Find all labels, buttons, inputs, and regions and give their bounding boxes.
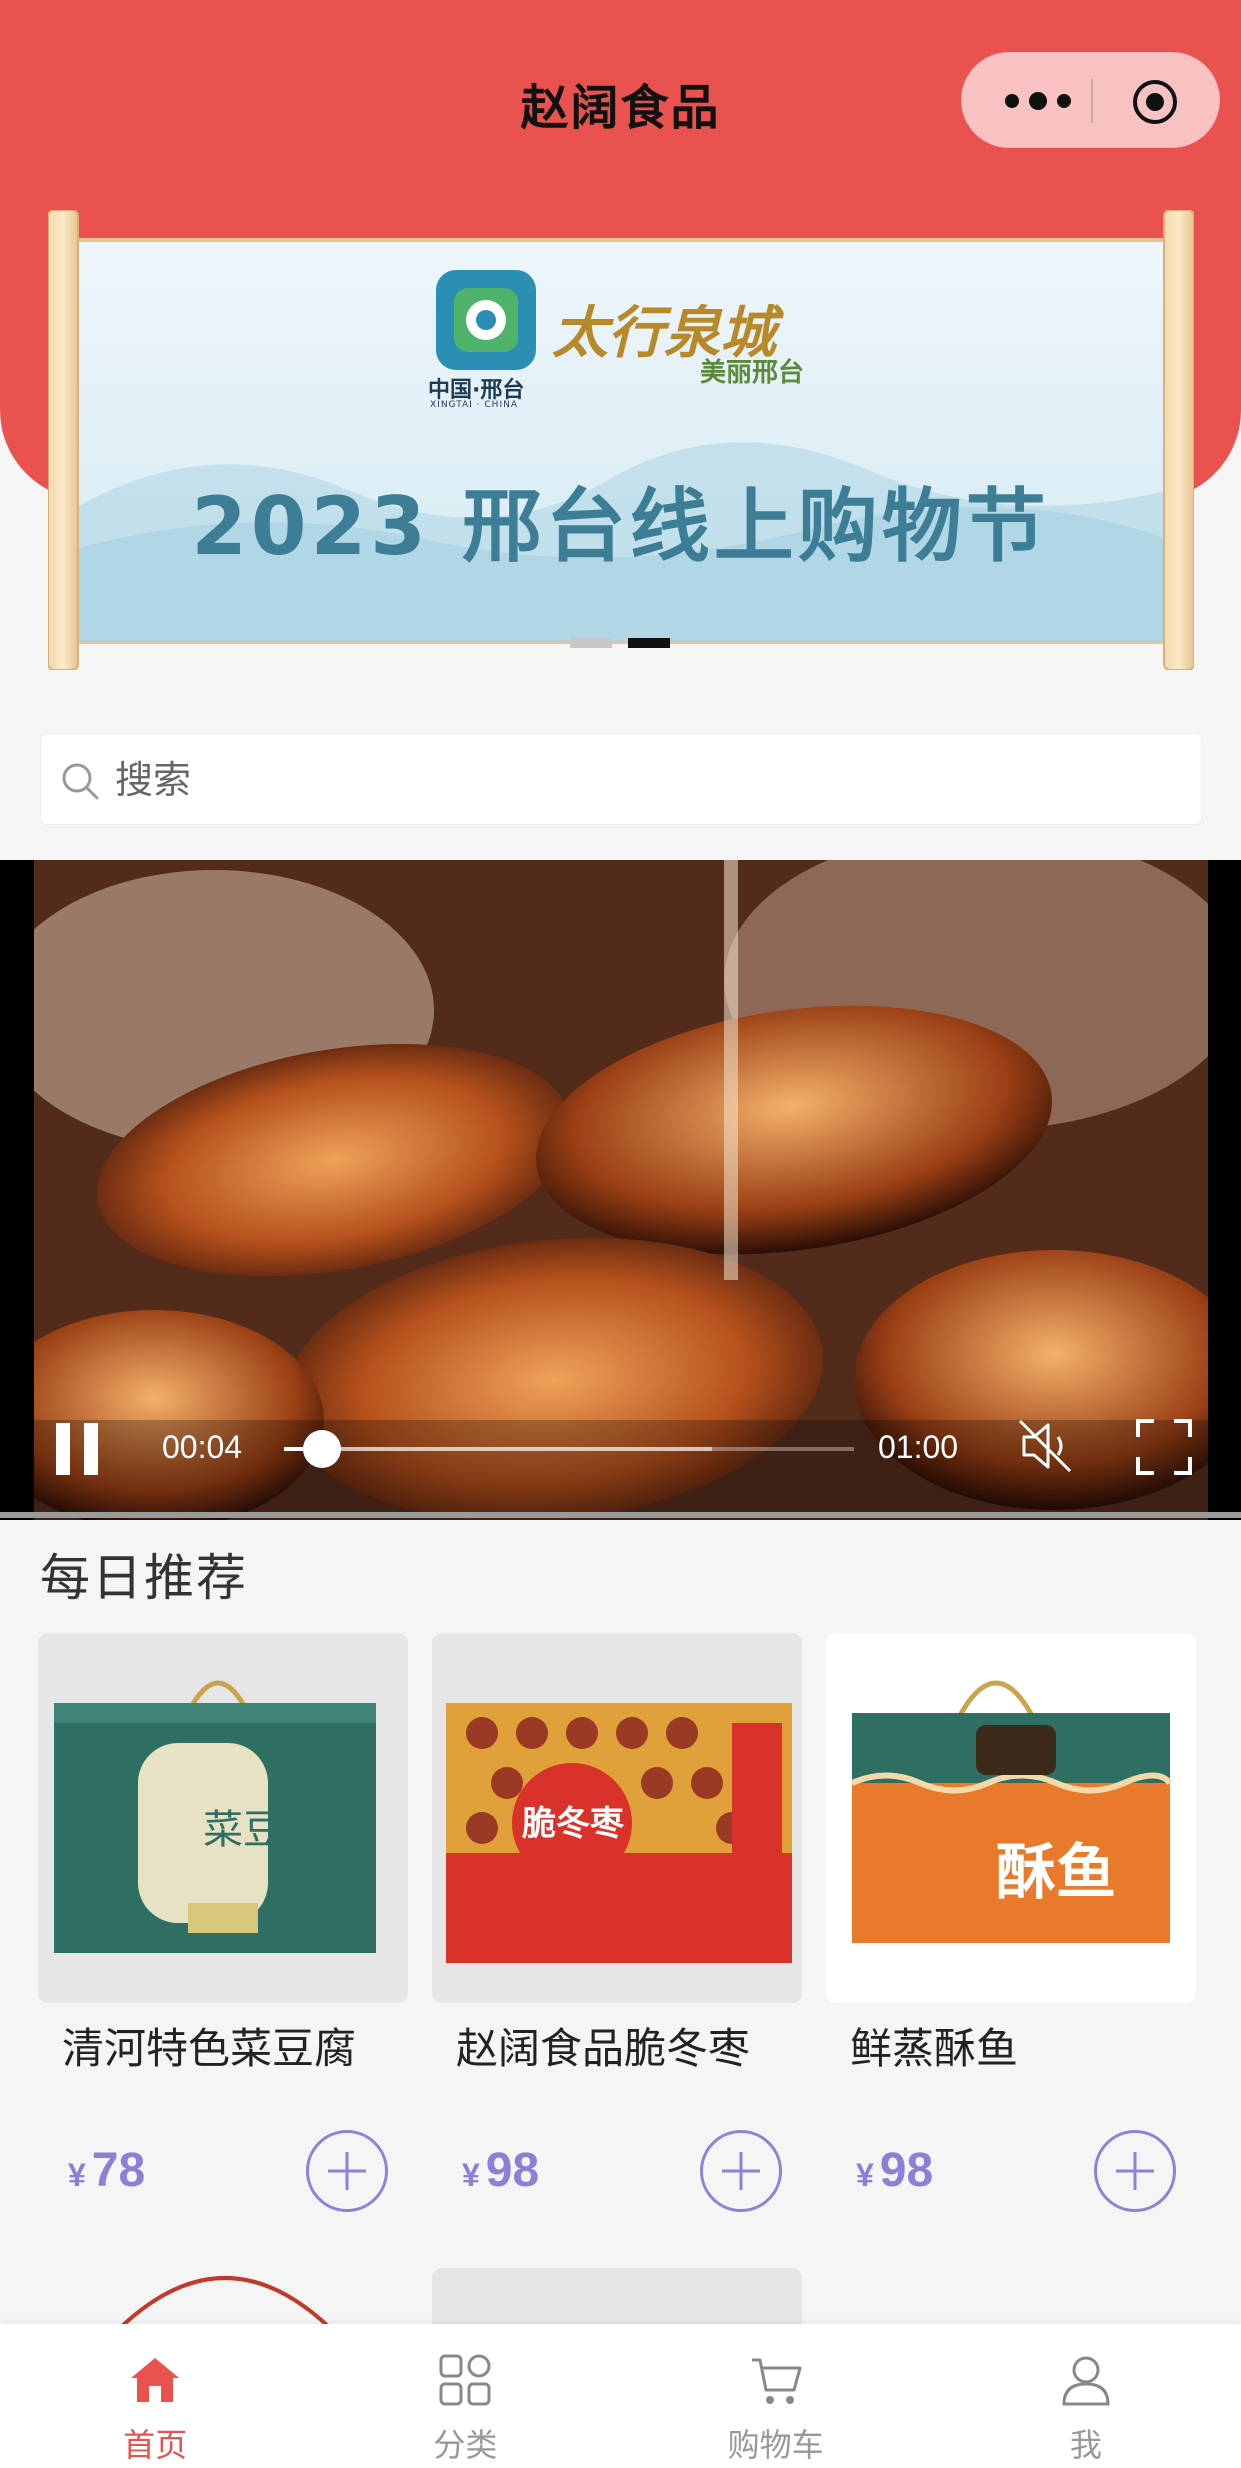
tab-label: 分类	[433, 2426, 498, 2464]
product-box-label: 酥鱼	[996, 1838, 1116, 1908]
product-name: 清河特色菜豆腐	[62, 2024, 357, 2073]
video-duration: 01:00	[878, 1429, 959, 1465]
banner-slogan-sub: 美丽邢台	[700, 358, 805, 388]
banner-dot[interactable]	[570, 638, 612, 648]
product-image: 菜豆腐	[38, 1633, 408, 2003]
bottom-tab-bar: 首页 分类 购物车 我	[0, 2324, 1241, 2468]
product-price: ¥98	[462, 2144, 540, 2197]
product-image-peek	[432, 2268, 802, 2328]
close-miniprogram-icon[interactable]	[1132, 79, 1178, 125]
video-progress-knob[interactable]	[303, 1430, 342, 1468]
tab-me[interactable]: 我	[931, 2324, 1241, 2468]
user-icon	[1062, 2356, 1110, 2406]
video-buffered	[284, 1447, 712, 1451]
more-icon[interactable]	[1002, 83, 1074, 119]
mini-program-capsule	[961, 52, 1220, 148]
tab-home[interactable]: 首页	[0, 2324, 310, 2468]
add-to-cart-button[interactable]	[306, 2130, 388, 2212]
banner-carousel[interactable]: 中国·邢台 XINGTAI · CHINA 太行泉城 美丽邢台 2023 邢台线…	[0, 200, 1241, 700]
add-to-cart-button[interactable]	[700, 2130, 782, 2212]
pause-button[interactable]	[56, 1423, 100, 1475]
category-icon	[439, 2354, 491, 2406]
tab-label: 购物车	[727, 2426, 824, 2464]
product-image: 脆冬枣	[432, 1633, 802, 2003]
product-box-label: 脆冬枣	[522, 1804, 625, 1844]
product-price: ¥98	[856, 2144, 934, 2197]
banner-dot-active[interactable]	[628, 638, 670, 648]
video-current-time: 00:04	[162, 1429, 243, 1465]
product-card[interactable]: 菜豆腐 清河特色菜豆腐 ¥78	[38, 1633, 408, 2233]
product-name: 鲜蒸酥鱼	[850, 2024, 1019, 2073]
video-progress-bar[interactable]	[284, 1430, 854, 1468]
search-input[interactable]	[115, 748, 1175, 812]
product-box-label: 菜豆腐	[203, 1807, 323, 1853]
tab-cart[interactable]: 购物车	[621, 2324, 931, 2468]
product-price: ¥78	[68, 2144, 146, 2197]
product-card[interactable]: 酥鱼 鲜蒸酥鱼 ¥98	[826, 1633, 1196, 2233]
product-name: 赵阔食品脆冬枣	[456, 2024, 751, 2073]
mute-icon[interactable]	[1014, 1415, 1076, 1477]
banner-image	[48, 210, 1194, 670]
banner-logo-caption-pinyin: XINGTAI · CHINA	[430, 400, 518, 410]
capsule-divider	[1091, 79, 1093, 123]
video-bottom-progress	[0, 1512, 1241, 1518]
banner-indicator	[570, 638, 670, 648]
banner-headline: 2023 邢台线上购物节	[191, 480, 1050, 573]
product-card[interactable]: 脆冬枣 赵阔食品脆冬枣 ¥98	[432, 1633, 802, 2233]
cart-icon	[751, 2358, 802, 2404]
video-controls: 00:04 01:00	[0, 1395, 1241, 1505]
product-image: 酥鱼	[826, 1633, 1196, 2003]
product-image-peek	[118, 2276, 332, 2328]
tab-category[interactable]: 分类	[310, 2324, 620, 2468]
home-icon	[131, 2358, 180, 2402]
search-icon	[62, 763, 99, 800]
search-bar[interactable]	[40, 733, 1202, 825]
add-to-cart-button[interactable]	[1094, 2130, 1176, 2212]
tab-label: 我	[1069, 2426, 1102, 2464]
section-title-daily: 每日推荐	[40, 1549, 248, 1607]
fullscreen-icon[interactable]	[1134, 1417, 1194, 1477]
tab-label: 首页	[123, 2426, 188, 2464]
